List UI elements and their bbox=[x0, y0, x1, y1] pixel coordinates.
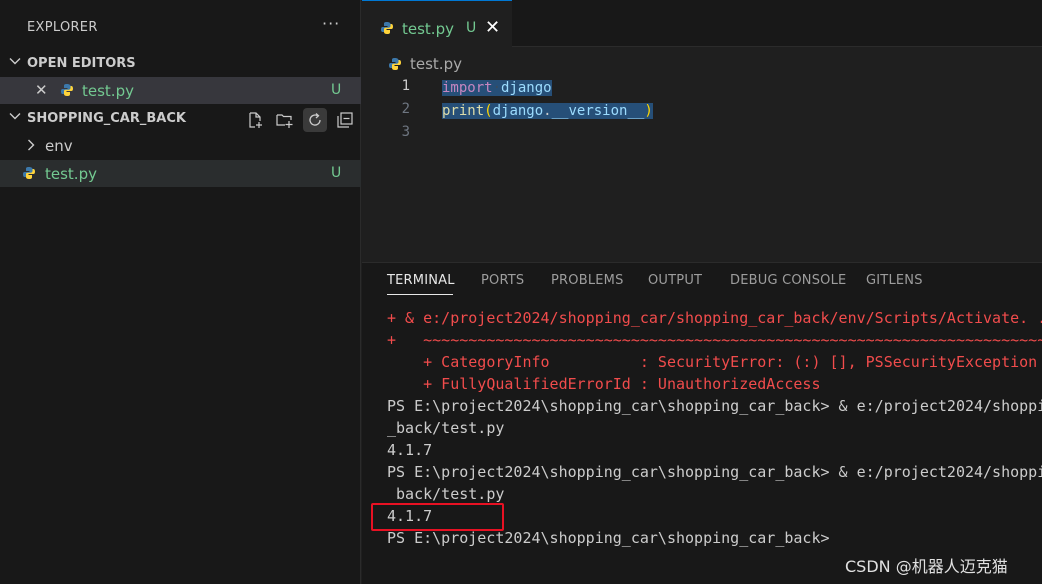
tree-item-env-label: env bbox=[45, 137, 73, 155]
close-icon[interactable]: ✕ bbox=[485, 17, 500, 38]
tab-gitlens[interactable]: GITLENS bbox=[866, 273, 923, 288]
collapse-all-icon[interactable] bbox=[333, 108, 357, 132]
line-number: 1 bbox=[401, 78, 410, 94]
explorer-header: EXPLORER ··· bbox=[0, 0, 361, 56]
tab-ports[interactable]: PORTS bbox=[481, 273, 524, 288]
new-file-icon[interactable] bbox=[243, 108, 267, 132]
chevron-down-icon bbox=[9, 113, 21, 120]
terminal-line: 4.1.7 bbox=[387, 441, 433, 459]
watermark: CSDN @机器人迈克猫 bbox=[845, 557, 1008, 576]
terminal-line: + ~~~~~~~~~~~~~~~~~~~~~~~~~~~~~~~~~~~~~~… bbox=[387, 331, 1042, 349]
folder-actions bbox=[243, 108, 357, 132]
tab-problems[interactable]: PROBLEMS bbox=[551, 273, 624, 288]
breadcrumb[interactable]: test.py bbox=[410, 55, 462, 73]
open-editors-label: OPEN EDITORS bbox=[27, 56, 136, 71]
untracked-badge: U bbox=[331, 165, 342, 181]
tab-debug-console[interactable]: DEBUG CONSOLE bbox=[730, 273, 846, 288]
tab-label: test.py bbox=[402, 20, 454, 38]
chevron-down-icon bbox=[9, 58, 21, 65]
explorer-title: EXPLORER bbox=[27, 20, 98, 35]
selection: print(django.__version__) bbox=[442, 103, 653, 119]
active-tab-indicator bbox=[387, 294, 453, 295]
code-token: ) bbox=[644, 103, 653, 119]
tab-terminal[interactable]: TERMINAL bbox=[387, 273, 455, 288]
code-token: django bbox=[501, 80, 552, 96]
tab-untracked-badge: U bbox=[466, 20, 477, 36]
python-file-icon bbox=[23, 167, 35, 179]
editor-area: test.py U ✕ test.py 1 2 3 import·django … bbox=[362, 0, 1042, 262]
untracked-badge: U bbox=[331, 82, 342, 98]
terminal-line: + FullyQualifiedErrorId : UnauthorizedAc… bbox=[387, 375, 821, 393]
terminal-line: PS E:\project2024\shopping_car\shopping_… bbox=[387, 463, 1042, 481]
code-line[interactable]: import·django bbox=[442, 77, 552, 99]
code-token: ( bbox=[484, 103, 493, 119]
python-file-icon bbox=[61, 84, 73, 96]
ellipsis-icon[interactable]: ··· bbox=[322, 14, 340, 33]
editor-tabbar: test.py U ✕ bbox=[362, 0, 1042, 47]
new-folder-icon[interactable] bbox=[273, 108, 297, 132]
terminal-line: + & e:/project2024/shopping_car/shopping… bbox=[387, 309, 1042, 327]
line-number: 3 bbox=[401, 124, 410, 140]
code-token: import bbox=[442, 80, 493, 96]
open-editor-filename: test.py bbox=[82, 82, 134, 100]
code-token: __version__ bbox=[551, 103, 645, 119]
bottom-panel: TERMINAL PORTS PROBLEMS OUTPUT DEBUG CON… bbox=[362, 262, 1042, 584]
tree-item-test-py-label: test.py bbox=[45, 165, 97, 183]
refresh-icon[interactable] bbox=[303, 108, 327, 132]
code-token: django bbox=[492, 103, 544, 119]
line-number: 2 bbox=[401, 101, 410, 117]
code-token: print bbox=[442, 103, 485, 119]
terminal-line: PS E:\project2024\shopping_car\shopping_… bbox=[387, 397, 1042, 415]
code-token: . bbox=[543, 103, 552, 119]
selection: import·django bbox=[442, 80, 552, 96]
terminal-line: + CategoryInfo : SecurityError: (:) [], … bbox=[387, 353, 1038, 371]
highlight-box bbox=[371, 503, 504, 531]
close-icon[interactable]: ✕ bbox=[35, 81, 48, 99]
open-editors-section[interactable]: OPEN EDITORS bbox=[0, 51, 361, 77]
code-line[interactable]: print(django.__version__) bbox=[442, 100, 653, 122]
python-file-icon bbox=[381, 22, 393, 34]
open-editor-item[interactable]: ✕ test.py U bbox=[0, 77, 361, 104]
python-file-icon bbox=[389, 58, 401, 70]
tab-test-py[interactable]: test.py U ✕ bbox=[362, 0, 512, 47]
terminal-line: _back/test.py bbox=[387, 419, 505, 437]
explorer-sidebar: EXPLORER ··· OPEN EDITORS ✕ test.py U SH… bbox=[0, 0, 361, 584]
tree-item-env[interactable]: env bbox=[0, 132, 361, 159]
tab-output[interactable]: OUTPUT bbox=[648, 273, 702, 288]
tree-item-test-py[interactable]: test.py U bbox=[0, 160, 361, 187]
terminal-line: back/test.py bbox=[387, 485, 505, 503]
code-token: · bbox=[492, 80, 502, 96]
chevron-right-icon bbox=[28, 139, 35, 151]
folder-label: SHOPPING_CAR_BACK bbox=[27, 111, 186, 126]
